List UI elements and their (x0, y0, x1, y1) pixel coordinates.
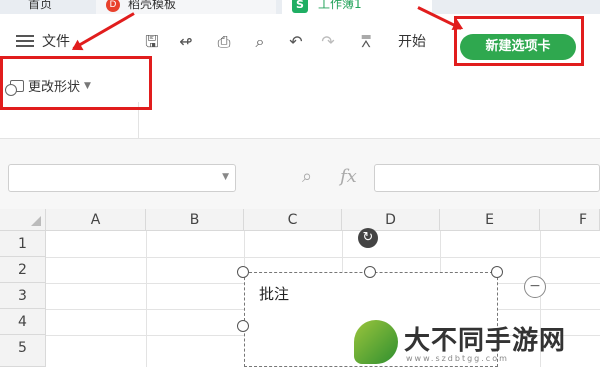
annotation-box-change-shape (0, 56, 152, 110)
watermark-url: www.szdbtgg.com (406, 354, 509, 363)
tab-strip: 首页 D 稻壳模板 S 工作簿1 (0, 0, 600, 14)
column-header[interactable]: E (440, 209, 540, 231)
formula-input[interactable] (374, 164, 600, 192)
start-tab-label: 开始 (398, 34, 426, 50)
grid-line (146, 231, 147, 367)
column-header[interactable]: F (540, 209, 600, 231)
fx-icon[interactable]: fx (340, 166, 357, 187)
tab-home-label: 首页 (28, 0, 53, 11)
column-header[interactable]: B (146, 209, 244, 231)
save-icon[interactable]: 🖫 (142, 32, 162, 52)
row-header[interactable]: 3 (0, 283, 46, 309)
row-header[interactable]: 1 (0, 231, 46, 257)
rotate-handle-icon[interactable]: ↻ (358, 228, 378, 248)
print-icon[interactable]: ⎙ (214, 32, 234, 52)
print-preview-icon[interactable]: ⌕ (250, 32, 270, 52)
undo-icon[interactable]: ↶ (286, 32, 306, 52)
resize-handle[interactable] (237, 266, 249, 278)
watermark: 大不同手游网 www.szdbtgg.com (352, 318, 592, 367)
name-box[interactable]: ▼ (8, 164, 236, 192)
annotation-box-new-tab (454, 16, 584, 66)
comment-text[interactable]: 批注 (259, 283, 289, 304)
column-header[interactable]: D (342, 209, 440, 231)
file-menu-label: 文件 (42, 34, 70, 50)
zoom-icon[interactable]: ⌕ (302, 166, 312, 187)
template-logo-icon: D (106, 0, 120, 12)
name-box-chevron-icon[interactable]: ▼ (222, 172, 229, 182)
redo-icon[interactable]: ↷ (318, 32, 338, 52)
file-menu-button[interactable]: 文件 (16, 30, 70, 52)
quick-save-icon[interactable]: ↫ (176, 32, 196, 52)
grid-line (46, 257, 600, 258)
spreadsheet-window: 首页 D 稻壳模板 S 工作簿1 文件 🖫 ↫ ⎙ ⌕ ↶ ↷ ⩞ 开始 新建选… (0, 0, 600, 367)
resize-handle[interactable] (237, 320, 249, 332)
sheet-logo-icon: S (292, 0, 308, 13)
tab-home[interactable]: 首页 (0, 0, 90, 14)
more-icon[interactable]: ⩞ (356, 32, 376, 52)
resize-handle[interactable] (364, 266, 376, 278)
tab-workbook[interactable]: S 工作簿1 (282, 0, 432, 14)
resize-handle[interactable] (491, 266, 503, 278)
tab-start[interactable]: 开始 (398, 30, 426, 52)
row-header[interactable]: 4 (0, 309, 46, 335)
leaf-logo-icon (354, 320, 398, 364)
watermark-name: 大不同手游网 (404, 326, 567, 356)
tab-template[interactable]: D 稻壳模板 (96, 0, 276, 14)
select-all-corner[interactable] (0, 209, 46, 231)
column-header[interactable]: A (46, 209, 146, 231)
row-header[interactable]: 5 (0, 335, 46, 367)
tab-template-label: 稻壳模板 (128, 0, 177, 11)
tab-workbook-label: 工作簿1 (318, 0, 362, 11)
menu-icon (16, 35, 34, 47)
column-header[interactable]: C (244, 209, 342, 231)
collapse-minus-icon[interactable]: − (524, 276, 546, 298)
row-header[interactable]: 2 (0, 257, 46, 283)
